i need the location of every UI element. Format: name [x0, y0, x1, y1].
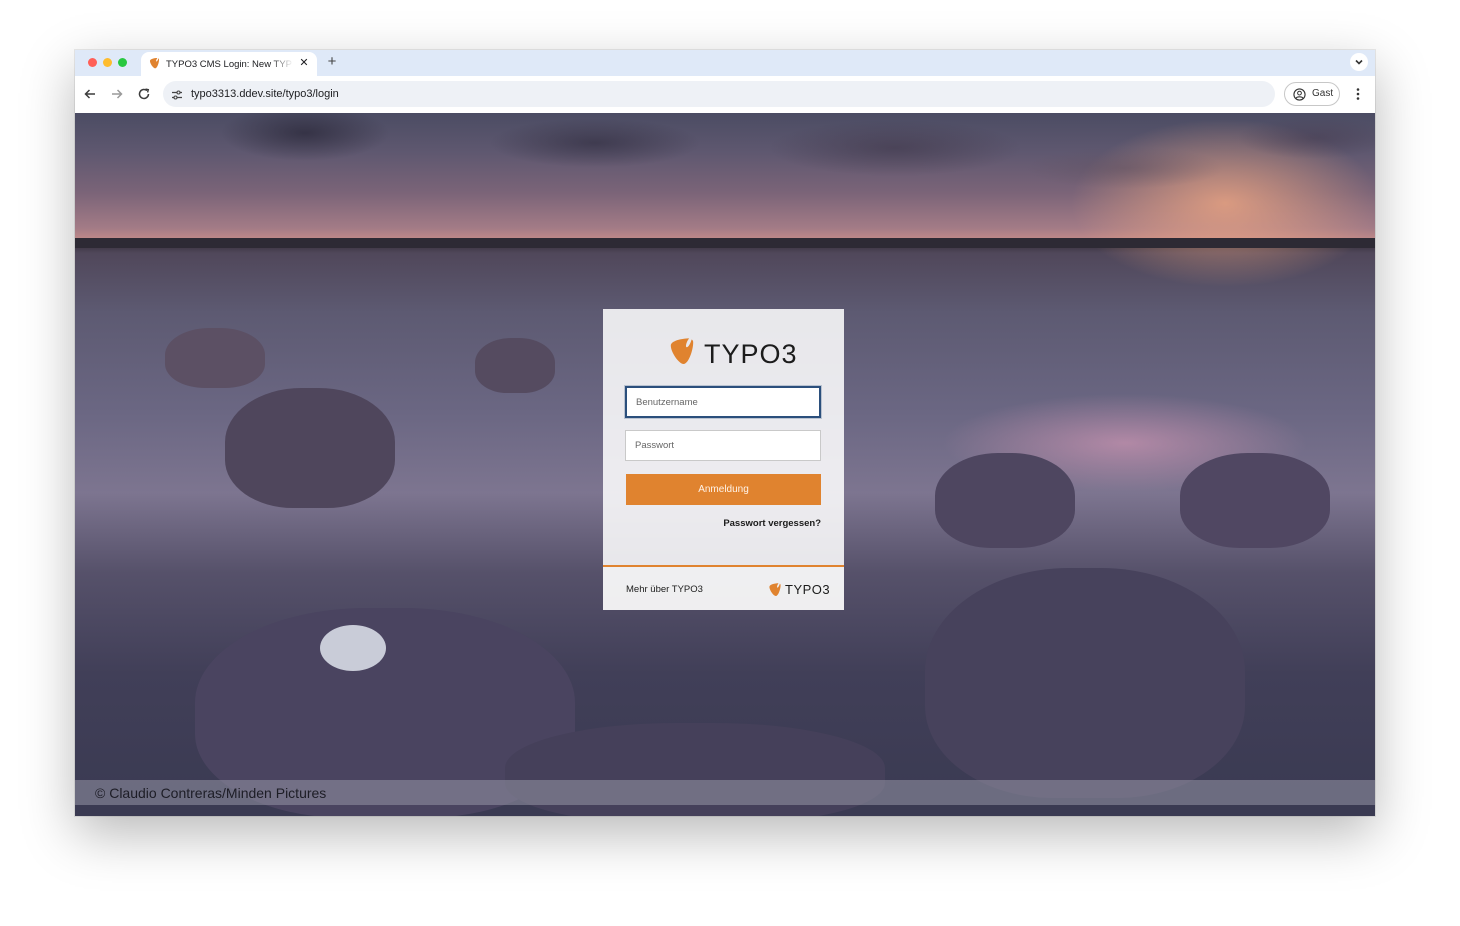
- egg: [320, 625, 386, 671]
- footer-typo3-logo[interactable]: TYPO3: [767, 581, 830, 599]
- footer-logo-wordmark: TYPO3: [785, 582, 831, 597]
- rock-formation: [1180, 453, 1330, 548]
- login-backdrop: © Claudio Contreras/Minden Pictures TYPO…: [75, 113, 1375, 816]
- typo3-logo: TYPO3: [666, 336, 797, 370]
- minimize-window-button[interactable]: [103, 58, 112, 67]
- profile-icon: [1293, 88, 1306, 106]
- typo3-icon: [148, 57, 161, 75]
- reload-icon[interactable]: [136, 86, 152, 102]
- site-info-icon[interactable]: [171, 88, 183, 100]
- photo-credit: © Claudio Contreras/Minden Pictures: [95, 785, 327, 801]
- typo3-icon: [769, 583, 781, 596]
- forgot-password-link[interactable]: Passwort vergessen?: [723, 518, 821, 530]
- password-field[interactable]: [625, 430, 821, 461]
- forward-icon[interactable]: [109, 86, 125, 102]
- profile-button[interactable]: Gast: [1284, 82, 1340, 106]
- tab-close-icon[interactable]: ✕: [297, 56, 311, 70]
- photo-credit-bar: © Claudio Contreras/Minden Pictures: [75, 780, 1375, 805]
- tab-typo3-login[interactable]: TYPO3 CMS Login: New TYPO3 site ✕: [141, 52, 317, 76]
- horizon: [75, 238, 1375, 248]
- rock-formation: [475, 338, 555, 393]
- rock-formation: [165, 328, 265, 388]
- rock-formation: [925, 568, 1245, 798]
- logo-wordmark: TYPO3: [704, 339, 798, 369]
- typo3-icon: [670, 338, 694, 364]
- back-icon[interactable]: [82, 86, 98, 102]
- sky-clouds: [75, 113, 1375, 233]
- browser-toolbar: typo3313.ddev.site/typo3/login Gast: [75, 76, 1375, 114]
- zoom-window-button[interactable]: [118, 58, 127, 67]
- username-field[interactable]: [625, 386, 821, 418]
- url-text: typo3313.ddev.site/typo3/login: [191, 88, 339, 100]
- login-button[interactable]: Anmeldung: [626, 474, 821, 505]
- more-about-typo3-link[interactable]: Mehr über TYPO3: [626, 584, 703, 596]
- tab-strip: TYPO3 CMS Login: New TYPO3 site ✕ +: [75, 50, 1375, 76]
- address-bar[interactable]: typo3313.ddev.site/typo3/login: [163, 81, 1275, 107]
- rock-formation: [225, 388, 395, 508]
- more-vert-icon[interactable]: [1352, 87, 1364, 101]
- profile-label: Gast: [1312, 88, 1334, 99]
- rock-formation: [935, 453, 1075, 548]
- browser-window: TYPO3 CMS Login: New TYPO3 site ✕ + typo…: [75, 50, 1375, 816]
- tab-search-icon[interactable]: [1350, 53, 1368, 71]
- close-window-button[interactable]: [88, 58, 97, 67]
- login-footer: Mehr über TYPO3 TYPO3: [603, 565, 844, 610]
- login-panel: TYPO3 Anmeldung Passwort vergessen? Mehr…: [603, 309, 844, 610]
- new-tab-button[interactable]: +: [324, 53, 340, 71]
